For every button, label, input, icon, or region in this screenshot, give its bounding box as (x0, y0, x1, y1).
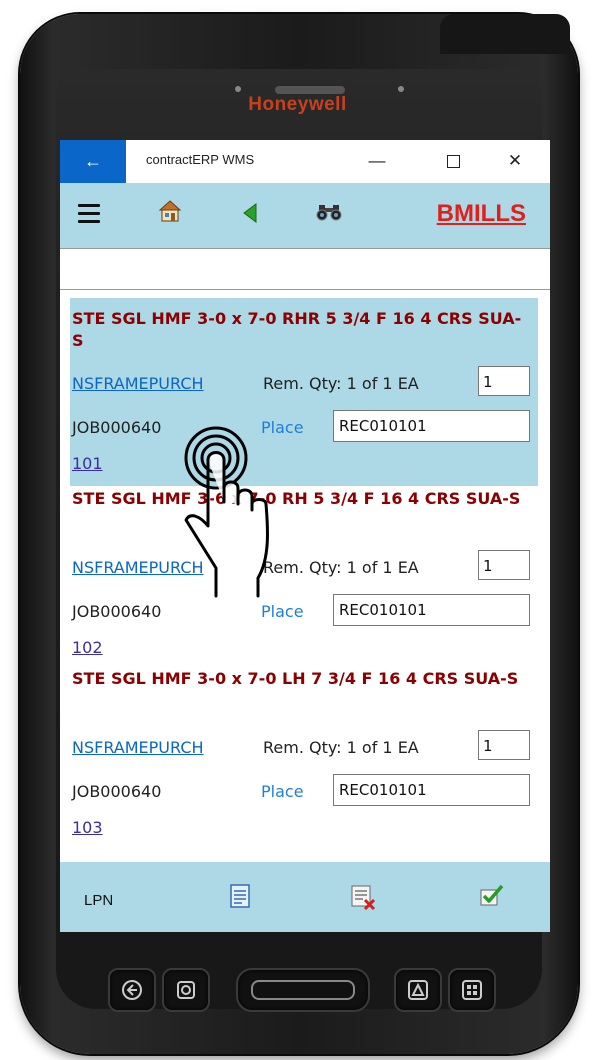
hamburger-menu-icon[interactable] (78, 204, 100, 223)
earpiece-speaker (275, 86, 345, 94)
notes-icon[interactable] (230, 884, 250, 908)
lpn-button[interactable]: LPN (84, 892, 113, 909)
item-location-input[interactable]: REC010101 (333, 594, 530, 626)
item-number-link[interactable]: 102 (72, 638, 103, 657)
item-description: STE SGL HMF 3-0 x 7-0 RHR 5 3/4 F 16 4 C… (72, 309, 522, 350)
item-source-link[interactable]: NSFRAMEPURCH (72, 374, 204, 393)
item-number-link[interactable]: 103 (72, 818, 103, 837)
window-titlebar: ← contractERP WMS — ✕ (60, 140, 550, 183)
device-brand-logo: Honeywell (248, 94, 347, 115)
item-location-input[interactable]: REC010101 (333, 410, 530, 442)
item-job-number: JOB000640 (72, 602, 162, 621)
item-number-link[interactable]: 101 (72, 454, 103, 473)
hardware-camera-button[interactable] (162, 968, 210, 1012)
hardware-scan-button[interactable] (236, 968, 370, 1012)
item-place-label: Place (261, 602, 304, 621)
binoculars-icon[interactable] (316, 203, 342, 221)
current-user-link[interactable]: BMILLS (437, 200, 526, 228)
sensor-dot (398, 86, 404, 92)
item-job-number: JOB000640 (72, 782, 162, 801)
green-back-arrow-icon[interactable] (242, 203, 258, 223)
item-job-number: JOB000640 (72, 418, 162, 437)
windows-icon (462, 980, 482, 1000)
maximize-icon (446, 154, 460, 168)
item-place-label: Place (261, 782, 304, 801)
close-button[interactable]: ✕ (498, 144, 532, 178)
bottom-action-bar: LPN (60, 862, 550, 932)
back-arrow-circle-icon (122, 980, 142, 1000)
item-qty-input[interactable]: 1 (478, 366, 530, 396)
item-description: STE SGL HMF 3-0 x 7-0 LH 7 3/4 F 16 4 CR… (72, 669, 519, 688)
item-location-input[interactable]: REC010101 (333, 774, 530, 806)
device-top-bump (440, 14, 570, 54)
item-remaining-qty: Rem. Qty: 1 of 1 EA (263, 738, 419, 757)
item-remaining-qty: Rem. Qty: 1 of 1 EA (263, 374, 419, 393)
window-title: contractERP WMS (146, 152, 255, 167)
minimize-button[interactable]: — (360, 144, 394, 178)
window-back-button[interactable]: ← (60, 140, 126, 183)
maximize-button[interactable] (436, 144, 470, 178)
camera-icon (177, 981, 195, 999)
home-icon[interactable] (158, 199, 182, 223)
checkmark-icon[interactable] (480, 884, 504, 906)
list-item[interactable]: STE SGL HMF 3-0 x 7-0 LH 7 3/4 F 16 4 CR… (70, 658, 538, 842)
item-qty-input[interactable]: 1 (478, 730, 530, 760)
hardware-back-button[interactable] (108, 968, 156, 1012)
app-toolbar: BMILLS (60, 183, 550, 248)
item-qty-input[interactable]: 1 (478, 550, 530, 580)
hardware-windows-button[interactable] (448, 968, 496, 1012)
hardware-home-button[interactable] (394, 968, 442, 1012)
sensor-dot (235, 86, 241, 92)
scan-key-outline (251, 980, 355, 1000)
delete-list-icon[interactable] (350, 884, 376, 910)
scan-input-field[interactable] (60, 248, 550, 290)
triangle-icon (408, 980, 428, 1000)
minimize-icon: — (368, 151, 386, 170)
tap-gesture-hand-icon (184, 426, 269, 598)
item-source-link[interactable]: NSFRAMEPURCH (72, 738, 204, 757)
close-icon: ✕ (507, 151, 523, 170)
